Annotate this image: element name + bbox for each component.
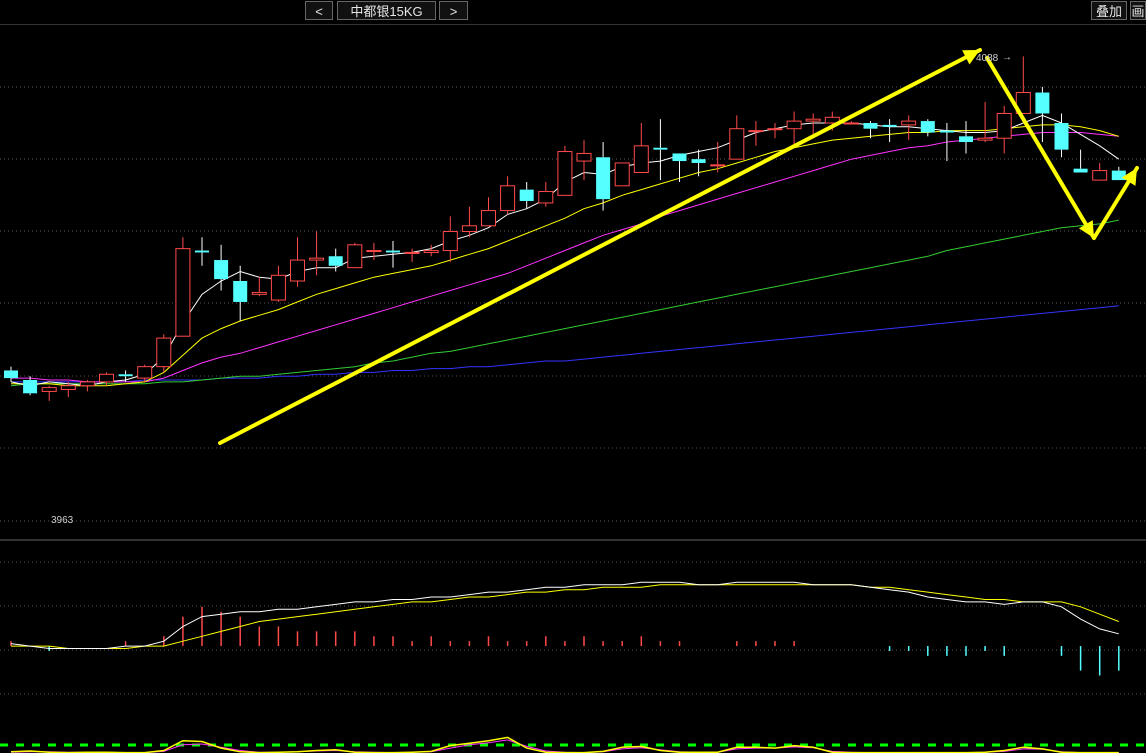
macd-dif-line <box>10 581 1119 649</box>
candle <box>366 242 382 261</box>
low-price-label: 3963 <box>51 515 74 526</box>
candle <box>481 197 496 227</box>
draw-button[interactable]: 画 <box>1130 1 1146 20</box>
candle <box>156 334 172 373</box>
candle <box>538 182 554 207</box>
instrument-title: 中都银15KG <box>337 1 436 20</box>
uptrend-arrow <box>218 48 982 445</box>
candle <box>767 122 783 139</box>
candle <box>786 111 802 146</box>
candle <box>347 242 363 269</box>
candle <box>653 119 668 181</box>
candle <box>4 366 18 382</box>
candlesticks <box>4 56 1126 401</box>
candle <box>939 122 954 162</box>
candle <box>442 216 458 262</box>
overlay-button[interactable]: 叠加 <box>1091 1 1127 20</box>
price-chart: 3963 4088 → <box>0 48 1146 753</box>
candle <box>729 115 745 160</box>
macd-panel <box>10 581 1120 676</box>
high-price-label: 4088 <box>976 53 999 64</box>
kdj-panel <box>0 736 1146 753</box>
candle <box>710 142 726 173</box>
candle <box>1092 162 1108 181</box>
candle <box>404 248 420 262</box>
candle <box>1073 149 1088 173</box>
candle <box>959 121 973 154</box>
candle <box>691 149 706 177</box>
candle <box>270 265 286 302</box>
candle <box>1035 86 1050 143</box>
prev-button[interactable]: < <box>305 1 333 20</box>
candle <box>748 121 764 146</box>
candle <box>672 153 687 183</box>
candle <box>500 176 516 215</box>
candle <box>175 237 191 337</box>
candle <box>1015 56 1031 114</box>
candle <box>633 122 649 173</box>
candle <box>576 140 592 181</box>
macd-dea-line <box>11 584 1119 649</box>
candle <box>614 162 630 187</box>
toolbar: < 中都银15KG > 叠加 画 <box>0 0 1146 25</box>
candle <box>251 277 267 297</box>
candle <box>290 237 305 287</box>
candle <box>996 105 1012 154</box>
candle <box>41 385 57 401</box>
candle <box>214 244 229 291</box>
candle <box>195 237 209 266</box>
candle <box>843 121 859 125</box>
candle <box>596 142 611 211</box>
candle <box>1054 113 1069 158</box>
downtrend-arrow <box>985 56 1096 240</box>
high-price-arrow: → <box>1002 52 1012 63</box>
candle <box>920 119 935 137</box>
candle <box>977 102 993 143</box>
candle <box>461 206 477 238</box>
candle <box>557 145 573 196</box>
next-button[interactable]: > <box>439 1 468 20</box>
candle <box>519 182 534 209</box>
candle <box>882 119 897 143</box>
candle <box>79 379 95 392</box>
